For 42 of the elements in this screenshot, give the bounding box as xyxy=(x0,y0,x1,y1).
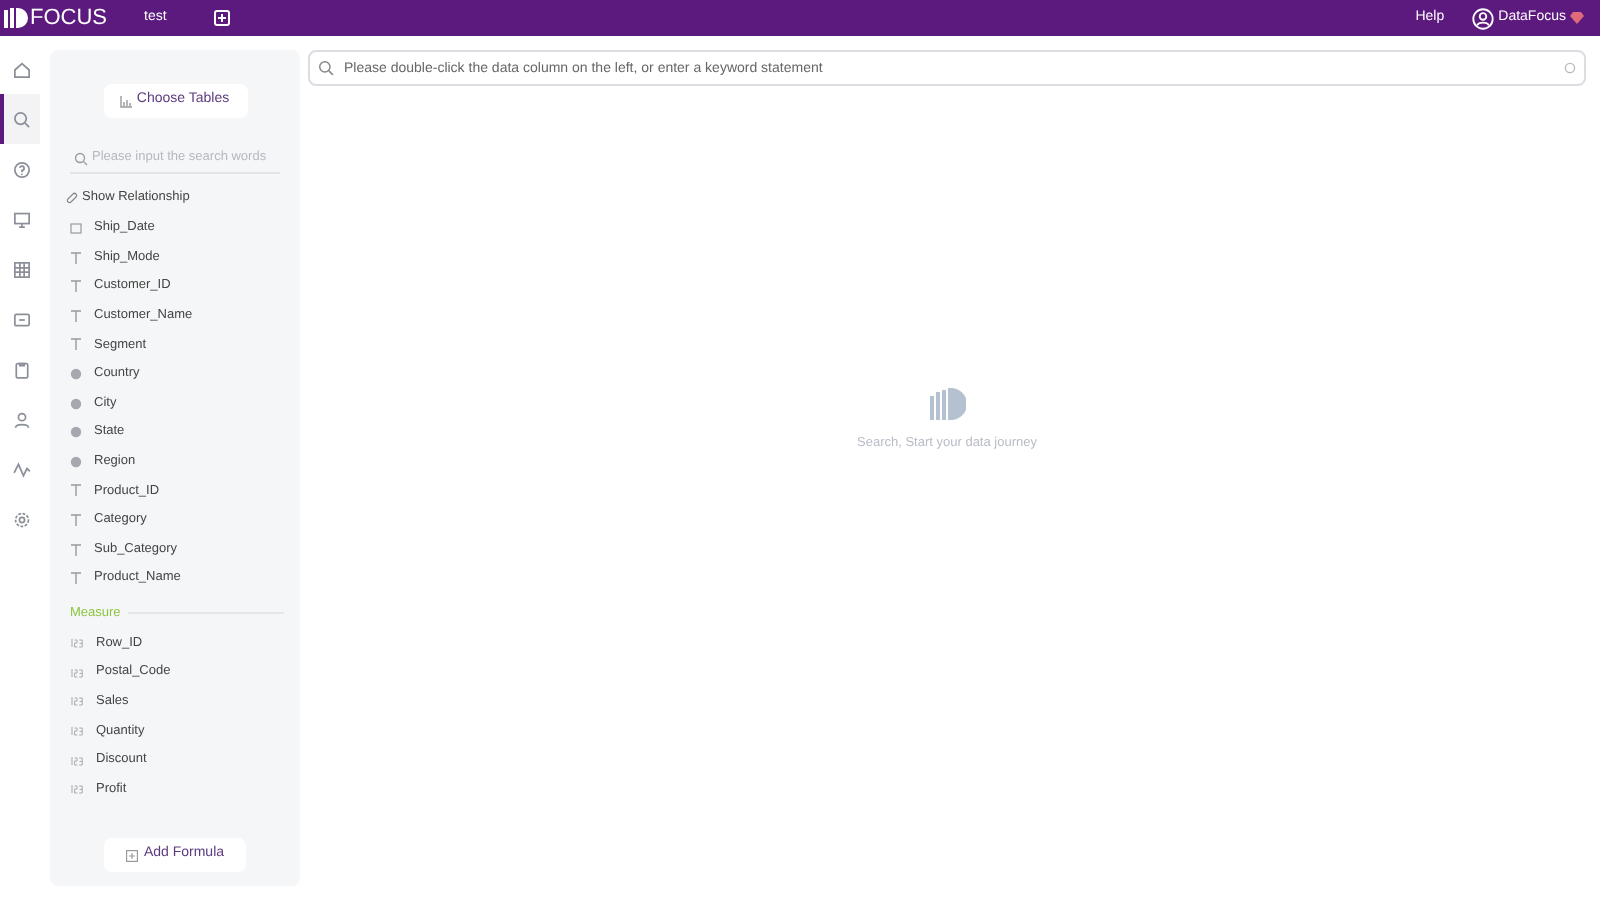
search-icon xyxy=(12,109,32,129)
logo-icon xyxy=(4,6,28,30)
gem-icon xyxy=(1570,12,1584,24)
text-type-icon xyxy=(70,543,82,556)
settings-icon xyxy=(12,509,32,529)
text-type-icon xyxy=(70,251,82,264)
plus-box-icon xyxy=(125,849,138,861)
chart-icon xyxy=(120,95,133,107)
add-tab-icon[interactable] xyxy=(214,10,231,26)
search-icon xyxy=(74,152,88,166)
nav-item[interactable] xyxy=(0,94,40,144)
number-type-icon xyxy=(70,726,84,737)
help-icon xyxy=(12,159,32,179)
monitor-icon xyxy=(12,209,32,229)
globe-icon xyxy=(70,368,82,381)
search-icon xyxy=(318,60,334,76)
globe-icon xyxy=(70,455,82,468)
number-type-icon xyxy=(70,667,84,678)
user-icon xyxy=(12,409,32,429)
number-type-icon xyxy=(70,755,84,766)
text-type-icon xyxy=(70,280,82,293)
text-type-icon xyxy=(70,484,82,497)
number-type-icon xyxy=(70,696,84,707)
circle-icon[interactable] xyxy=(1564,62,1576,74)
calendar-icon xyxy=(70,222,82,235)
text-type-icon xyxy=(70,309,82,322)
text-type-icon xyxy=(70,338,82,351)
user-avatar-icon[interactable] xyxy=(1472,7,1495,29)
globe-icon xyxy=(70,397,82,410)
text-type-icon xyxy=(70,513,82,526)
table-icon xyxy=(12,259,32,279)
clipboard-icon xyxy=(12,359,32,379)
pulse-icon xyxy=(12,459,32,479)
link-icon xyxy=(66,191,78,204)
globe-icon xyxy=(70,426,82,439)
minus-box-icon xyxy=(12,309,32,329)
number-type-icon xyxy=(70,638,84,649)
number-type-icon xyxy=(70,784,84,795)
home-icon xyxy=(12,59,32,79)
text-type-icon xyxy=(70,572,82,585)
logo-text: FOCUS xyxy=(30,3,107,34)
logo-icon xyxy=(929,388,965,420)
